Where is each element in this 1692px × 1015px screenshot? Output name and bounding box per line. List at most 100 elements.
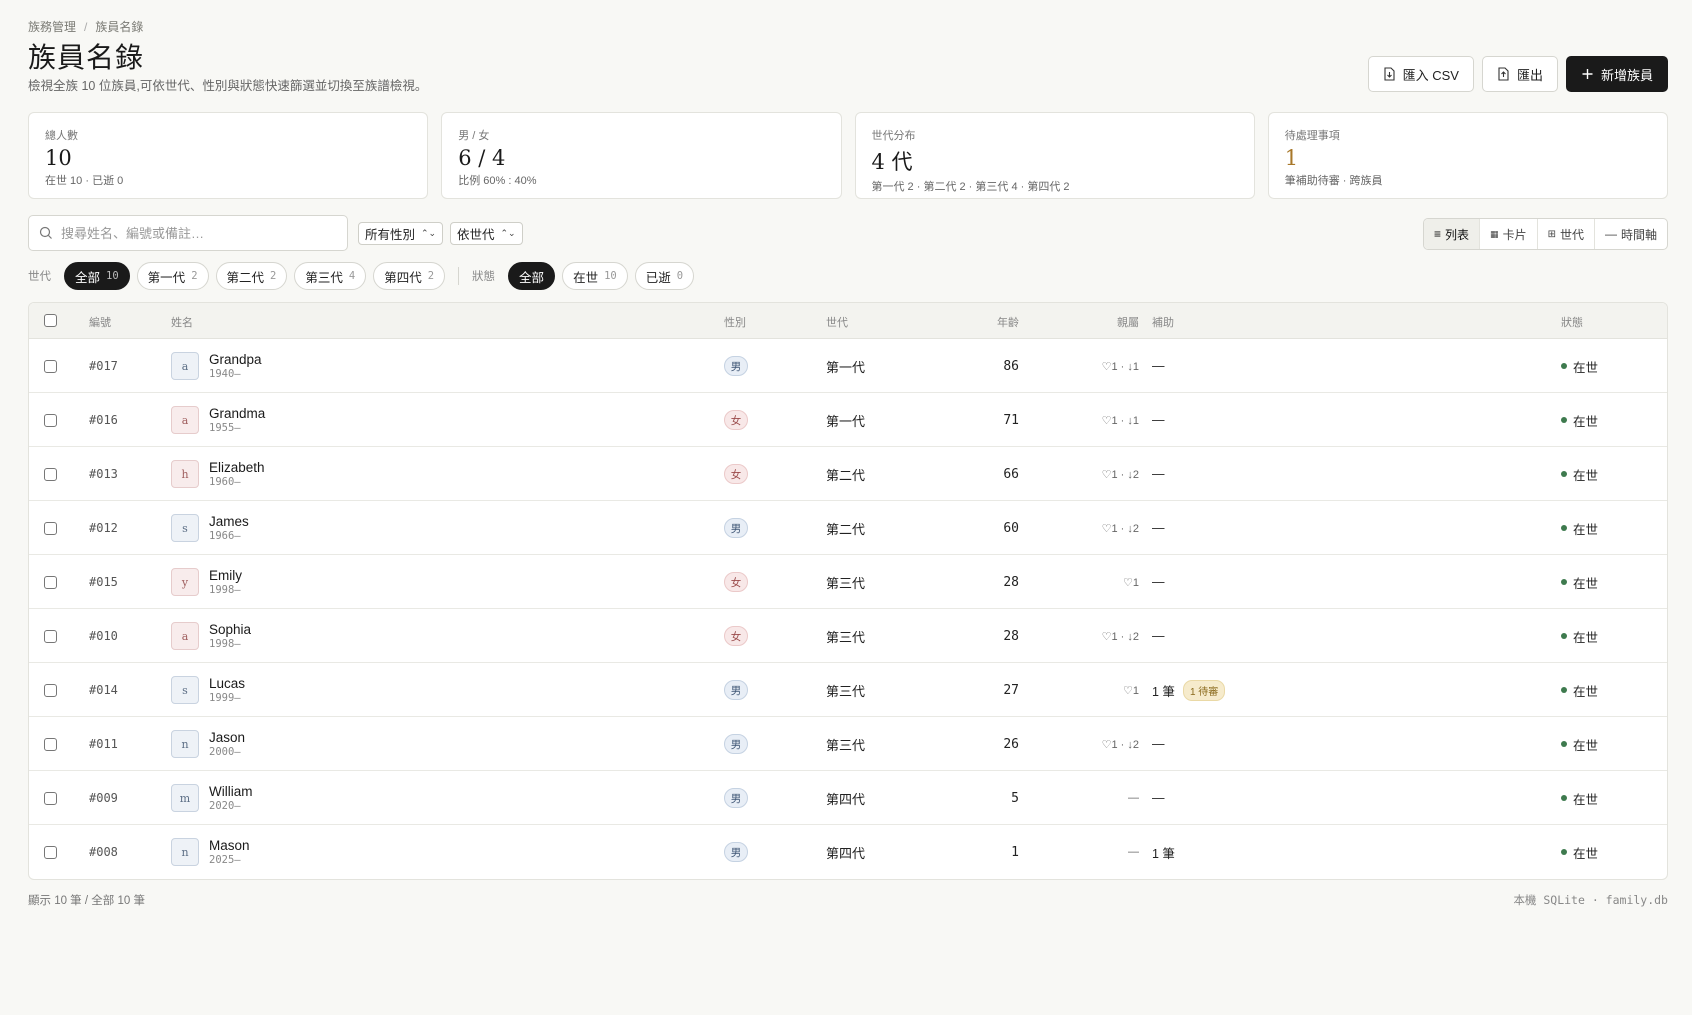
aid-cell: — (1152, 339, 1165, 393)
members-table: 編號 姓名 性別 世代 年齡 親屬 補助 狀態 #017 a Grandpa 1940… (28, 302, 1668, 880)
member-generation: 第三代 (826, 575, 866, 591)
table-row[interactable]: #013 h Elizabeth 1960– 女 第二代 66 ♡1 · ↓2 — 在世 (29, 447, 1667, 501)
stat-label: 待處理事項 (1284, 130, 1340, 142)
view-card-button[interactable]: ▦ 卡片 (1480, 219, 1538, 249)
table-row[interactable]: #017 a Grandpa 1940– 男 第一代 86 ♡1 · ↓1 — 在世 (29, 339, 1667, 393)
member-name-cell[interactable]: n Mason 2025– (171, 825, 250, 879)
member-relatives: ♡1 · ↓1 (1101, 414, 1139, 427)
row-checkbox[interactable] (44, 413, 57, 427)
search-input[interactable] (61, 225, 331, 241)
breadcrumb-parent[interactable]: 族務管理 (28, 20, 76, 34)
chip-gen-2[interactable]: 第二代 2 (215, 262, 288, 290)
aid-cell: — (1152, 447, 1165, 501)
status-dot-icon (1561, 417, 1567, 423)
table-row[interactable]: #015 y Emily 1998– 女 第三代 28 ♡1 — 在世 (29, 555, 1667, 609)
member-name-cell[interactable]: m William 2020– (171, 771, 253, 825)
member-id: #010 (89, 629, 118, 643)
row-checkbox[interactable] (44, 467, 57, 481)
col-id[interactable]: 編號 (89, 314, 111, 330)
row-checkbox[interactable] (44, 359, 57, 373)
member-name-cell[interactable]: n Jason 2000– (171, 717, 245, 771)
gender-badge: 女 (724, 626, 748, 646)
table-row[interactable]: #011 n Jason 2000– 男 第三代 26 ♡1 · ↓2 — 在世 (29, 717, 1667, 771)
member-age: 5 (1011, 790, 1019, 806)
chip-status-all[interactable]: 全部 (508, 262, 556, 290)
gender-cell: 男 (724, 825, 748, 879)
table-row[interactable]: #009 m William 2020– 男 第四代 5 — — 在世 (29, 771, 1667, 825)
col-gender[interactable]: 性別 (724, 314, 746, 330)
file-export-icon (1498, 67, 1509, 81)
member-name: Grandma (209, 406, 266, 421)
member-name-cell[interactable]: s James 1966– (171, 501, 249, 555)
col-age[interactable]: 年齡 (997, 314, 1019, 330)
member-years: 1998– (209, 638, 241, 650)
member-status: 在世 (1573, 684, 1599, 699)
import-csv-button[interactable]: 匯入 CSV (1367, 56, 1474, 92)
chip-gen-all[interactable]: 全部 10 (64, 262, 130, 290)
col-name[interactable]: 姓名 (171, 314, 193, 330)
add-member-button[interactable]: 新增族員 (1565, 56, 1668, 92)
view-generation-button[interactable]: ⊞ 世代 (1538, 219, 1595, 249)
chip-status-alive[interactable]: 在世 10 (562, 262, 628, 290)
gender-select[interactable]: 所有性別 ⌃⌄ (358, 222, 444, 245)
col-aid[interactable]: 補助 (1152, 314, 1174, 330)
view-list-button[interactable]: ≡ 列表 (1424, 219, 1481, 249)
gender-badge: 男 (724, 842, 748, 862)
chip-count: 2 (270, 270, 277, 282)
avatar: a (171, 622, 199, 650)
row-checkbox[interactable] (44, 737, 57, 751)
col-status[interactable]: 狀態 (1561, 314, 1583, 330)
page-title: 族員名錄 (28, 41, 145, 74)
chip-gen-4[interactable]: 第四代 2 (373, 262, 446, 290)
row-checkbox[interactable] (44, 521, 57, 535)
member-name-cell[interactable]: a Grandpa 1940– (171, 339, 262, 393)
row-checkbox[interactable] (44, 575, 57, 589)
member-generation: 第二代 (826, 467, 866, 483)
member-status: 在世 (1573, 576, 1599, 591)
row-checkbox[interactable] (44, 683, 57, 697)
col-generation[interactable]: 世代 (826, 314, 848, 330)
gender-badge: 男 (724, 680, 748, 700)
row-checkbox[interactable] (44, 845, 57, 859)
gender-cell: 男 (724, 501, 748, 555)
row-checkbox-cell (44, 717, 57, 771)
member-relatives: ♡1 (1123, 684, 1139, 697)
member-age: 86 (1003, 358, 1019, 374)
member-name-cell[interactable]: h Elizabeth 1960– (171, 447, 265, 501)
status-dot-icon (1561, 795, 1567, 801)
col-relatives[interactable]: 親屬 (1117, 314, 1139, 330)
export-label: 匯出 (1516, 67, 1543, 83)
select-all-checkbox[interactable] (44, 314, 57, 327)
chip-status-deceased[interactable]: 已逝 0 (634, 262, 695, 290)
member-age: 28 (1003, 628, 1019, 644)
export-button[interactable]: 匯出 (1481, 56, 1558, 92)
member-name-cell[interactable]: s Lucas 1999– (171, 663, 245, 717)
page-description: 檢視全族 10 位族員,可依世代、性別與狀態快速篩選並切換至族譜檢視。 (28, 79, 428, 93)
table-row[interactable]: #014 s Lucas 1999– 男 第三代 27 ♡1 1 筆 1 待審 在世 (29, 663, 1667, 717)
row-checkbox[interactable] (44, 791, 57, 805)
table-row[interactable]: #010 a Sophia 1998– 女 第三代 28 ♡1 · ↓2 — 在世 (29, 609, 1667, 663)
gender-badge: 男 (724, 518, 748, 538)
member-relatives: — (1128, 846, 1139, 858)
chip-gen-3[interactable]: 第三代 4 (294, 262, 367, 290)
avatar: s (171, 514, 199, 542)
member-name-cell[interactable]: y Emily 1998– (171, 555, 242, 609)
member-name-cell[interactable]: a Sophia 1998– (171, 609, 251, 663)
row-checkbox-cell (44, 393, 57, 447)
file-import-icon (1384, 67, 1395, 81)
table-row[interactable]: #012 s James 1966– 男 第二代 60 ♡1 · ↓2 — 在世 (29, 501, 1667, 555)
member-name-cell[interactable]: a Grandma 1955– (171, 393, 265, 447)
table-row[interactable]: #016 a Grandma 1955– 女 第一代 71 ♡1 · ↓1 — 在世 (29, 393, 1667, 447)
row-checkbox-cell (44, 771, 57, 825)
gender-badge: 女 (724, 464, 748, 484)
row-checkbox[interactable] (44, 629, 57, 643)
gender-badge: 女 (724, 572, 748, 592)
view-timeline-button[interactable]: — 時間軸 (1595, 219, 1667, 249)
filter-chips: 世代 全部 10 第一代 2 第二代 2 第三代 4 第四代 2 狀態 全部 在世 10 已… (28, 262, 695, 290)
avatar: s (171, 676, 199, 704)
sort-select-value: 依世代 (457, 228, 495, 242)
sort-select[interactable]: 依世代 ⌃⌄ (450, 222, 523, 245)
table-row[interactable]: #008 n Mason 2025– 男 第四代 1 — 1 筆 在世 (29, 825, 1667, 879)
member-id: #009 (89, 791, 118, 805)
chip-gen-1[interactable]: 第一代 2 (136, 262, 209, 290)
